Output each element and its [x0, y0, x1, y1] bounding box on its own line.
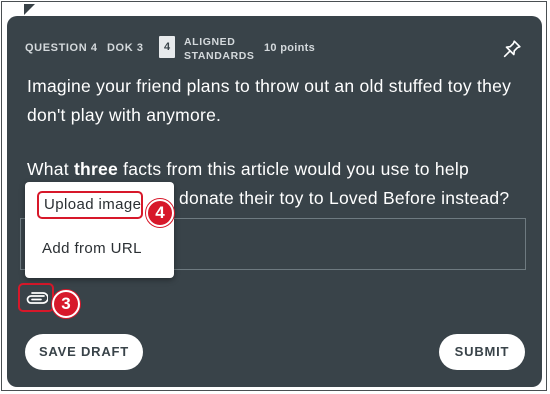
corner-marker: [24, 4, 35, 15]
dok-level: DOK 3: [107, 42, 144, 54]
step-callout-3: 3: [52, 290, 80, 318]
step-callout-4: 4: [146, 199, 174, 227]
question-card: QUESTION 4 DOK 3 4 ALIGNED STANDARDS 10 …: [7, 16, 542, 387]
question-text-line2: donate their toy to Loved Before instead…: [179, 187, 510, 208]
save-draft-button[interactable]: SAVE DRAFT: [25, 334, 143, 370]
question-text-line1: facts from this article would you use to…: [118, 159, 469, 179]
question-paragraph-1: Imagine your friend plans to throw out a…: [27, 76, 512, 125]
standards-count-badge[interactable]: 4: [159, 36, 175, 58]
standards-label-line2: STANDARDS: [184, 50, 255, 62]
add-from-url-option[interactable]: Add from URL: [42, 240, 142, 257]
pin-icon[interactable]: [501, 38, 523, 60]
attach-button[interactable]: [18, 283, 54, 312]
submit-button[interactable]: SUBMIT: [439, 334, 525, 370]
question-emphasis: three: [73, 159, 119, 179]
paperclip-icon: [26, 291, 48, 304]
points-value: 10 points: [264, 42, 315, 54]
question-text-prefix: What: [27, 159, 74, 179]
upload-image-option[interactable]: Upload image: [37, 191, 143, 219]
attach-menu: Upload image Add from URL: [25, 182, 174, 278]
standards-label-line1: ALIGNED: [184, 36, 236, 48]
aligned-standards-link[interactable]: ALIGNED STANDARDS: [184, 35, 255, 63]
question-number: QUESTION 4: [25, 42, 98, 54]
